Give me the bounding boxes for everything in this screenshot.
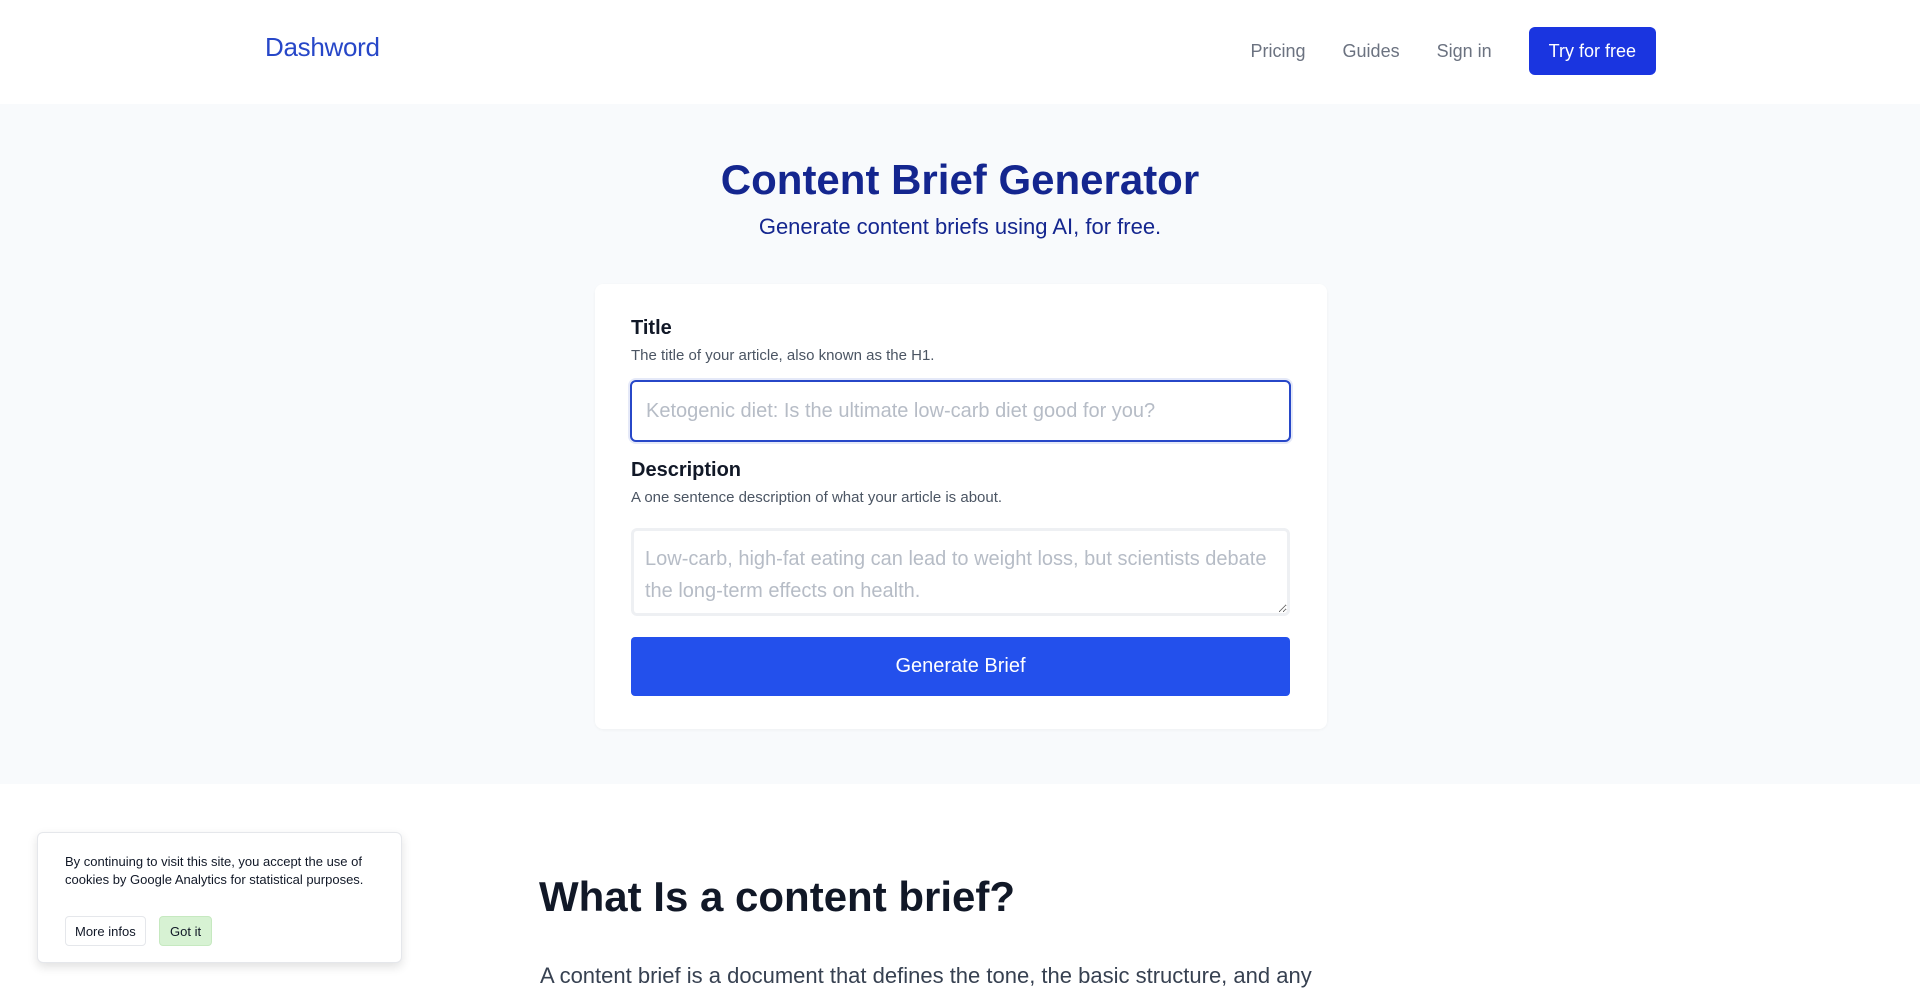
page-subtitle: Generate content briefs using AI, for fr…: [758, 214, 1162, 239]
try-for-free-button[interactable]: Try for free: [1528, 27, 1656, 75]
article-heading: What Is a content brief?: [539, 873, 1016, 920]
cookie-message: By continuing to visit this site, you ac…: [65, 854, 364, 887]
description-help-text: A one sentence description of what your …: [631, 489, 1003, 506]
nav-guides-link[interactable]: Guides: [1343, 41, 1400, 62]
logo[interactable]: Dashword: [265, 32, 380, 63]
description-textarea[interactable]: [631, 528, 1290, 616]
title-label: Title: [631, 317, 672, 339]
description-label: Description: [631, 459, 742, 481]
hero-section: Content Brief Generator Generate content…: [0, 104, 1920, 784]
article-paragraph: A content brief is a document that defin…: [540, 963, 1312, 988]
cookie-more-infos-button[interactable]: More infos: [65, 916, 146, 946]
title-help-text: The title of your article, also known as…: [631, 347, 935, 364]
title-input[interactable]: [630, 380, 1291, 442]
cookie-accept-button[interactable]: Got it: [159, 916, 213, 946]
brief-form-card: Title The title of your article, also kn…: [595, 284, 1327, 729]
generate-brief-button[interactable]: Generate Brief: [631, 637, 1290, 696]
site-header: Dashword Pricing Guides Sign in Try for …: [0, 0, 1920, 104]
main-nav: Pricing Guides Sign in Try for free: [1251, 27, 1656, 75]
nav-pricing-link[interactable]: Pricing: [1251, 41, 1306, 62]
nav-sign-in-link[interactable]: Sign in: [1437, 41, 1492, 62]
page-title: Content Brief Generator: [720, 156, 1200, 203]
cookie-banner: By continuing to visit this site, you ac…: [37, 832, 402, 963]
